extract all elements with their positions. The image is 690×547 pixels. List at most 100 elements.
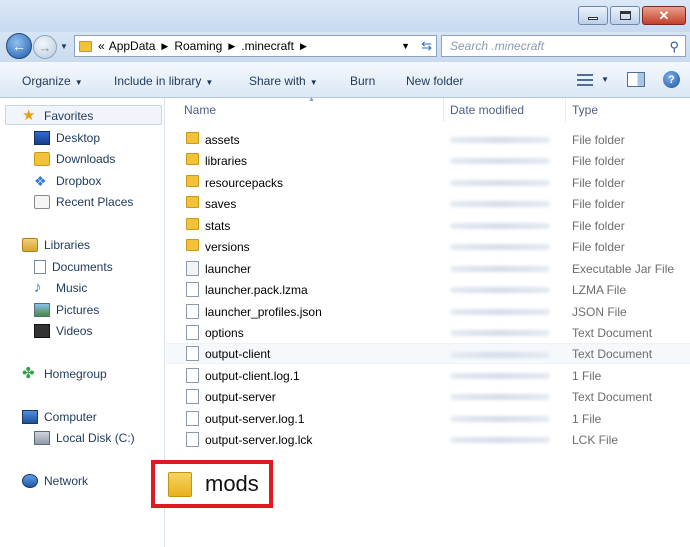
refresh-icon[interactable]: ⇆ (421, 38, 432, 54)
nav-recent-places[interactable]: Recent Places (34, 195, 133, 209)
file-name: output-server.log.lck (205, 432, 313, 447)
forward-button[interactable]: → (33, 35, 57, 59)
nav-favorites[interactable]: ★ Favorites (22, 107, 93, 124)
file-row[interactable]: output-server.log.lck LCK File (166, 429, 690, 450)
desktop-icon (34, 131, 50, 145)
nav-computer[interactable]: Computer (22, 410, 97, 424)
preview-pane-icon[interactable] (627, 72, 645, 87)
file-row[interactable]: libraries File folder (166, 150, 690, 171)
file-type: File folder (572, 153, 625, 168)
file-type: 1 File (572, 411, 602, 426)
nav-documents[interactable]: Documents (34, 260, 113, 274)
date-modified-blurred (450, 287, 550, 293)
nav-desktop[interactable]: Desktop (34, 131, 100, 145)
address-dropdown-icon[interactable]: ▼ (401, 41, 410, 51)
date-modified-blurred (450, 330, 550, 336)
file-name: stats (205, 218, 231, 233)
breadcrumb-separator-icon[interactable]: ▶ (300, 41, 307, 52)
homegroup-icon: ✤ (22, 365, 35, 382)
change-view-icon[interactable] (577, 73, 594, 86)
nav-videos[interactable]: Videos (34, 324, 92, 338)
search-input[interactable]: Search .minecraft ⚲ (441, 35, 686, 57)
breadcrumb-roaming[interactable]: Roaming (174, 39, 222, 53)
nav-libraries[interactable]: Libraries (22, 238, 90, 252)
file-name: resourcepacks (205, 175, 284, 190)
file-row[interactable]: output-server Text Document (166, 386, 690, 407)
file-row[interactable]: launcher_profiles.json JSON File (166, 301, 690, 322)
organize-label: Organize (22, 74, 71, 88)
new-folder-button[interactable]: New folder (406, 74, 463, 88)
file-row[interactable]: resourcepacks File folder (166, 172, 690, 193)
file-row[interactable]: assets File folder (166, 129, 690, 150)
date-modified-blurred (450, 158, 550, 164)
maximize-icon (619, 11, 631, 20)
file-row[interactable]: options Text Document (166, 322, 690, 343)
mods-folder-highlight[interactable]: mods (151, 460, 273, 508)
breadcrumb-minecraft[interactable]: .minecraft (241, 39, 294, 53)
folder-icon (168, 471, 192, 497)
date-modified-blurred (450, 352, 550, 358)
nav-label: Network (44, 474, 89, 488)
breadcrumb-overflow[interactable]: « (98, 39, 105, 53)
address-box[interactable]: « AppData ▶ Roaming ▶ .minecraft ▶ ▼ ⇆ (74, 35, 437, 57)
organize-button[interactable]: Organize ▼ (22, 74, 83, 88)
close-button[interactable]: ✕ (642, 6, 686, 25)
breadcrumb-separator-icon[interactable]: ▶ (228, 41, 235, 52)
jar-file-icon (186, 261, 199, 276)
computer-icon (22, 410, 38, 424)
date-modified-blurred (450, 309, 550, 315)
column-header-label: Date modified (450, 103, 525, 117)
share-with-button[interactable]: Share with ▼ (249, 74, 318, 88)
file-type: Text Document (572, 389, 653, 404)
file-row[interactable]: versions File folder (166, 236, 690, 257)
nav-downloads[interactable]: Downloads (34, 152, 115, 166)
mods-folder-label: mods (205, 471, 259, 496)
file-row[interactable]: output-client Text Document (166, 343, 690, 364)
nav-pictures[interactable]: Pictures (34, 303, 99, 317)
file-row[interactable]: launcher.pack.lzma LZMA File (166, 279, 690, 300)
column-header-label: Type (572, 103, 599, 117)
file-row[interactable]: stats File folder (166, 215, 690, 236)
date-modified-blurred (450, 416, 550, 422)
nav-music[interactable]: ♪ Music (34, 280, 88, 295)
burn-button[interactable]: Burn (350, 74, 375, 88)
include-in-library-button[interactable]: Include in library ▼ (114, 74, 213, 88)
chevron-down-icon[interactable]: ▼ (601, 75, 609, 84)
maximize-button[interactable] (610, 6, 640, 25)
date-modified-blurred (450, 137, 550, 143)
file-row[interactable]: launcher Executable Jar File (166, 258, 690, 279)
minimize-button[interactable] (578, 6, 608, 25)
downloads-folder-icon (34, 152, 50, 166)
pictures-icon (34, 303, 50, 317)
forward-arrow-icon: → (38, 39, 52, 55)
breadcrumb-appdata[interactable]: AppData (109, 39, 156, 53)
recent-pages-dropdown[interactable]: ▼ (60, 42, 68, 51)
date-modified-blurred (450, 266, 550, 272)
file-type: File folder (572, 196, 625, 211)
nav-dropbox[interactable]: ❖ Dropbox (34, 174, 101, 188)
view-controls: ▼ ? (577, 71, 680, 88)
file-type: Text Document (572, 325, 653, 340)
help-icon[interactable]: ? (663, 71, 680, 88)
file-icon (186, 304, 199, 319)
nav-label: Dropbox (56, 174, 102, 188)
nav-network[interactable]: Network (22, 474, 88, 488)
column-header-date-modified[interactable]: Date modified (444, 98, 566, 122)
folder-icon (79, 40, 92, 52)
file-icon (186, 411, 199, 426)
star-icon: ★ (22, 107, 36, 124)
back-button[interactable]: ← (6, 33, 32, 59)
nav-homegroup[interactable]: ✤ Homegroup (22, 365, 107, 382)
nav-label: Music (56, 281, 88, 295)
column-header-name[interactable]: ▲ Name (166, 96, 444, 122)
date-modified-blurred (450, 437, 550, 443)
file-name: options (205, 325, 244, 340)
file-row[interactable]: saves File folder (166, 193, 690, 214)
search-icon[interactable]: ⚲ (669, 39, 679, 55)
file-row[interactable]: output-server.log.1 1 File (166, 408, 690, 429)
column-header-type[interactable]: Type (566, 98, 690, 122)
file-type: Text Document (572, 346, 653, 361)
file-row[interactable]: output-client.log.1 1 File (166, 365, 690, 386)
nav-local-disk[interactable]: Local Disk (C:) (34, 431, 135, 445)
breadcrumb-separator-icon[interactable]: ▶ (161, 41, 168, 52)
